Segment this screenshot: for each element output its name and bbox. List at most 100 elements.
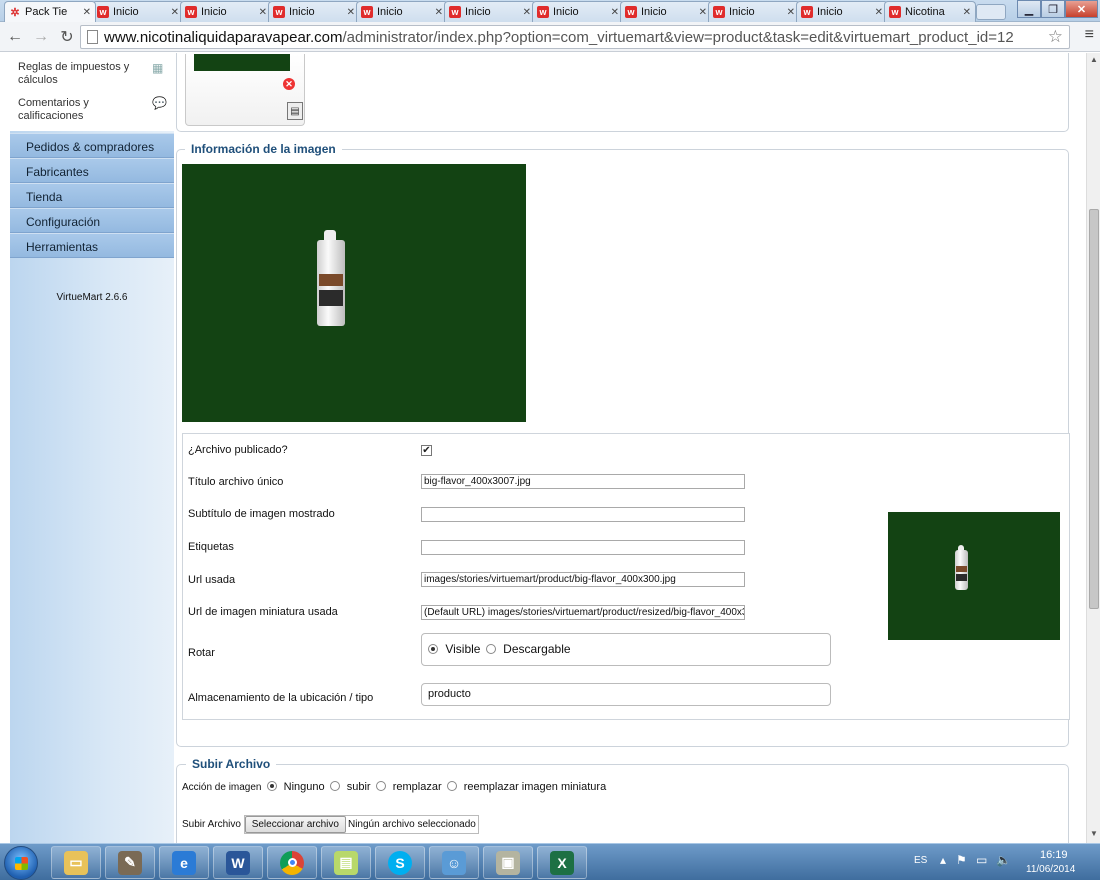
subtitle-input[interactable] (421, 507, 745, 522)
browser-tab[interactable]: w Inicio ✕ (444, 1, 536, 22)
tags-input[interactable] (421, 540, 745, 555)
comment-icon: 💬 (152, 96, 167, 110)
taskbar-chrome[interactable] (267, 846, 317, 879)
excel-icon: X (550, 850, 574, 875)
browser-menu-icon[interactable]: ≡ (1085, 26, 1094, 44)
volume-icon[interactable]: 🔈 (996, 853, 1011, 867)
scroll-up-icon[interactable]: ▲ (1089, 55, 1099, 65)
downloadable-radio[interactable] (485, 644, 496, 654)
maximize-icon[interactable]: ❐ (1041, 0, 1065, 18)
clock-date[interactable]: 11/06/2014 (1026, 864, 1075, 875)
start-button[interactable] (4, 846, 38, 880)
skype-icon: S (388, 850, 412, 875)
browser-tab[interactable]: w Inicio ✕ (708, 1, 800, 22)
tab-label: Inicio (201, 6, 227, 18)
storage-input[interactable]: producto (421, 683, 831, 706)
close-window-icon[interactable]: ✕ (1065, 0, 1098, 18)
language-indicator[interactable]: ES (914, 855, 927, 866)
tab-label: Inicio (113, 6, 139, 18)
w-icon: w (801, 6, 813, 18)
forward-icon[interactable]: → (30, 26, 52, 48)
browser-tab[interactable]: w Inicio ✕ (92, 1, 184, 22)
action-upload-radio[interactable] (329, 781, 340, 791)
file-input[interactable]: Seleccionar archivo Ningún archivo selecc… (243, 815, 479, 834)
remove-image-icon[interactable]: ✕ (283, 78, 295, 90)
upload-legend: Subir Archivo (186, 757, 277, 771)
thumb-url-input[interactable]: (Default URL) images/stories/virtuemart/… (421, 605, 745, 620)
storage-label: Almacenamiento de la ubicación / tipo (188, 692, 374, 704)
new-tab-button[interactable] (976, 4, 1006, 20)
visible-radio[interactable] (428, 644, 438, 654)
browser-tab[interactable]: w Inicio ✕ (356, 1, 448, 22)
taskbar-people[interactable]: ☺ (429, 846, 479, 879)
browser-tab[interactable]: w Inicio ✕ (532, 1, 624, 22)
sidebar-item-manufacturers[interactable]: Fabricantes (10, 158, 174, 183)
taskbar-word[interactable]: W (213, 846, 263, 879)
image-action-row: Acción de imagen Ninguno subir remplazar… (182, 781, 606, 793)
gimp-icon: ✎ (118, 850, 142, 875)
sidebar-item-configuration[interactable]: Configuración (10, 208, 174, 233)
clock-time[interactable]: 16:19 (1040, 849, 1068, 861)
sidebar-item-tools[interactable]: Herramientas (10, 233, 174, 258)
close-tab-icon[interactable]: ✕ (963, 7, 971, 18)
page-scrollbar[interactable]: ▲ ▼ (1086, 53, 1100, 843)
browser-tab[interactable]: ✲ Pack Tie ✕ (4, 1, 96, 22)
product-thumbnail-card[interactable]: ✕ ▤ (185, 54, 305, 126)
sidebar-item-shop[interactable]: Tienda (10, 183, 174, 208)
browser-tab[interactable]: w Inicio ✕ (796, 1, 888, 22)
taskbar-excel[interactable]: X (537, 846, 587, 879)
close-tab-icon[interactable]: ✕ (523, 7, 531, 18)
sidebar-link-tax-rules[interactable]: Reglas de impuestos y cálculos (18, 61, 138, 87)
browser-tab[interactable]: w Inicio ✕ (268, 1, 360, 22)
close-tab-icon[interactable]: ✕ (347, 7, 355, 18)
minimize-icon[interactable]: ▁ (1017, 0, 1041, 18)
image-info-panel: Información de la imagen ¿Archivo public… (176, 142, 1070, 747)
thumbnail-image (194, 54, 290, 71)
close-tab-icon[interactable]: ✕ (83, 7, 91, 18)
back-icon[interactable]: ← (4, 26, 26, 48)
product-image-thumbnail (888, 512, 1060, 640)
tab-label: Pack Tie (25, 6, 68, 18)
close-tab-icon[interactable]: ✕ (259, 7, 267, 18)
browser-tab[interactable]: w Inicio ✕ (180, 1, 272, 22)
folder-icon: ▭ (64, 850, 88, 875)
tab-label: Inicio (553, 6, 579, 18)
close-tab-icon[interactable]: ✕ (171, 7, 179, 18)
w-icon: w (889, 6, 901, 18)
subtitle-label: Subtítulo de imagen mostrado (188, 508, 335, 520)
edit-image-icon[interactable]: ▤ (287, 102, 303, 120)
taskbar-gimp[interactable]: ✎ (105, 846, 155, 879)
taskbar-notes[interactable]: ▤ (321, 846, 371, 879)
taskbar-internet-explorer[interactable]: e (159, 846, 209, 879)
choose-file-button[interactable]: Seleccionar archivo (244, 816, 346, 833)
scroll-down-icon[interactable]: ▼ (1089, 829, 1099, 839)
scrollbar-thumb[interactable] (1089, 209, 1099, 609)
network-icon[interactable]: ▭ (976, 853, 987, 867)
reload-icon[interactable]: ↻ (56, 26, 78, 48)
close-tab-icon[interactable]: ✕ (435, 7, 443, 18)
browser-tab[interactable]: w Nicotina ✕ (884, 1, 976, 22)
sidebar-link-reviews[interactable]: Comentarios y calificaciones (18, 97, 138, 123)
address-bar[interactable]: www.nicotinaliquidaparavapear.com/admini… (80, 25, 1070, 49)
browser-tab[interactable]: w Inicio ✕ (620, 1, 712, 22)
tab-label: Inicio (641, 6, 667, 18)
action-replace-radio[interactable] (375, 781, 386, 791)
bookmark-star-icon[interactable]: ☆ (1048, 27, 1063, 47)
taskbar-explorer[interactable]: ▭ (51, 846, 101, 879)
arrow-up-tray-icon[interactable]: ▴ (940, 853, 946, 867)
title-input[interactable]: big-flavor_400x3007.jpg (421, 474, 745, 489)
published-checkbox[interactable]: ✔ (421, 445, 432, 456)
close-tab-icon[interactable]: ✕ (875, 7, 883, 18)
published-label: ¿Archivo publicado? (188, 444, 288, 456)
close-tab-icon[interactable]: ✕ (699, 7, 707, 18)
taskbar-scanner[interactable]: ▣ (483, 846, 533, 879)
url-input[interactable]: images/stories/virtuemart/product/big-fl… (421, 572, 745, 587)
close-tab-icon[interactable]: ✕ (611, 7, 619, 18)
close-tab-icon[interactable]: ✕ (787, 7, 795, 18)
flag-icon[interactable]: ⚑ (956, 853, 967, 867)
action-replace-thumb-radio[interactable] (446, 781, 457, 791)
sidebar-item-orders[interactable]: Pedidos & compradores (10, 133, 174, 158)
taskbar-skype[interactable]: S (375, 846, 425, 879)
action-none-radio[interactable] (266, 781, 277, 791)
w-icon: w (185, 6, 197, 18)
